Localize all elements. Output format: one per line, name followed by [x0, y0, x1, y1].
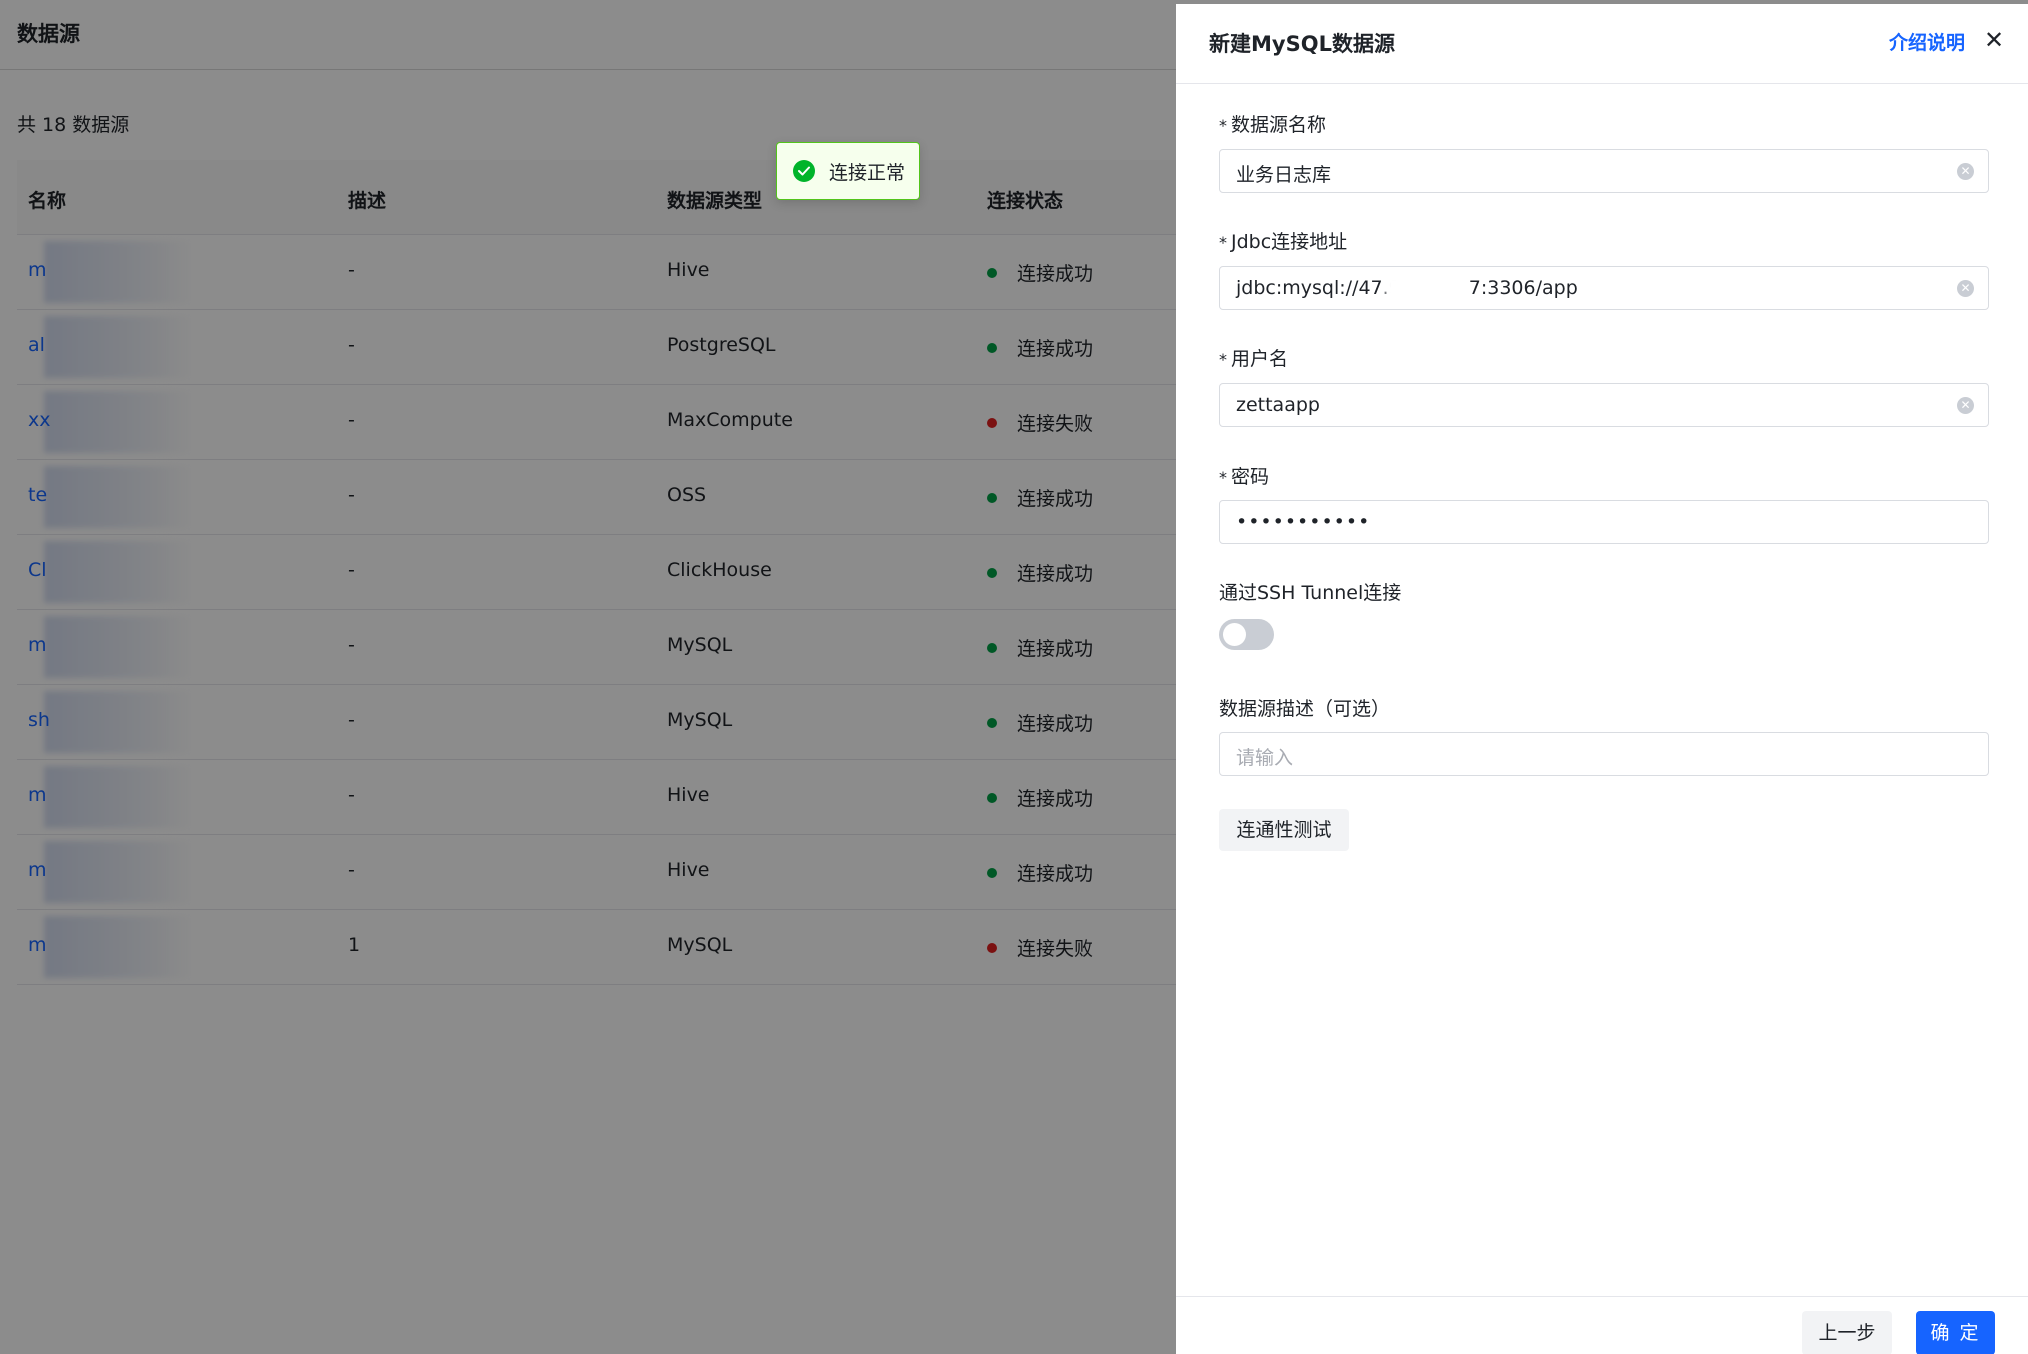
description-input[interactable]: 请输入: [1219, 732, 1989, 776]
ssh-toggle[interactable]: [1219, 619, 1274, 650]
intro-link[interactable]: 介绍说明: [1889, 28, 1965, 55]
password-input-value: •••••••••••: [1236, 511, 1371, 533]
password-field-label: * 密码: [1219, 466, 1270, 488]
toast-message: 连接正常: [829, 161, 906, 184]
description-field-label: 数据源描述（可选）: [1219, 698, 1391, 720]
clear-icon[interactable]: ✕: [1957, 397, 1974, 414]
required-mark: *: [1219, 468, 1227, 487]
check-circle-icon: [793, 160, 815, 182]
clear-icon[interactable]: ✕: [1957, 163, 1974, 180]
required-mark: *: [1219, 116, 1227, 135]
confirm-button[interactable]: 确 定: [1916, 1311, 1995, 1354]
name-input[interactable]: 业务日志库 ✕: [1219, 149, 1989, 193]
username-field-label: * 用户名: [1219, 348, 1289, 370]
required-mark: *: [1219, 350, 1227, 369]
prev-step-button[interactable]: 上一步: [1802, 1311, 1892, 1354]
required-mark: *: [1219, 233, 1227, 252]
success-toast: 连接正常: [776, 142, 920, 200]
drawer-footer: 上一步 确 定: [1176, 1296, 2028, 1354]
clear-icon[interactable]: ✕: [1957, 280, 1974, 297]
jdbc-input[interactable]: jdbc:mysql://47.9 7:3306/app ✕: [1219, 266, 1989, 310]
drawer-title: 新建MySQL数据源: [1209, 32, 1395, 56]
toggle-knob: [1223, 623, 1246, 646]
name-input-value: 业务日志库: [1236, 164, 1332, 186]
description-placeholder: 请输入: [1236, 747, 1294, 769]
new-datasource-drawer: 新建MySQL数据源 介绍说明 ✕ * 数据源名称 业务日志库 ✕ * Jdbc连接…: [1176, 4, 2028, 1354]
redacted-region: [1386, 276, 1454, 302]
drawer-header: 新建MySQL数据源 介绍说明 ✕: [1176, 4, 2028, 84]
ssh-field-label: 通过SSH Tunnel连接: [1219, 582, 1402, 604]
username-input[interactable]: zettaapp ✕: [1219, 383, 1989, 427]
name-field-label: * 数据源名称: [1219, 114, 1327, 136]
connectivity-test-button[interactable]: 连通性测试: [1219, 809, 1349, 851]
password-input[interactable]: •••••••••••: [1219, 500, 1989, 544]
jdbc-field-label: * Jdbc连接地址: [1219, 231, 1348, 253]
username-input-value: zettaapp: [1236, 394, 1320, 416]
close-icon[interactable]: ✕: [1984, 26, 2004, 54]
